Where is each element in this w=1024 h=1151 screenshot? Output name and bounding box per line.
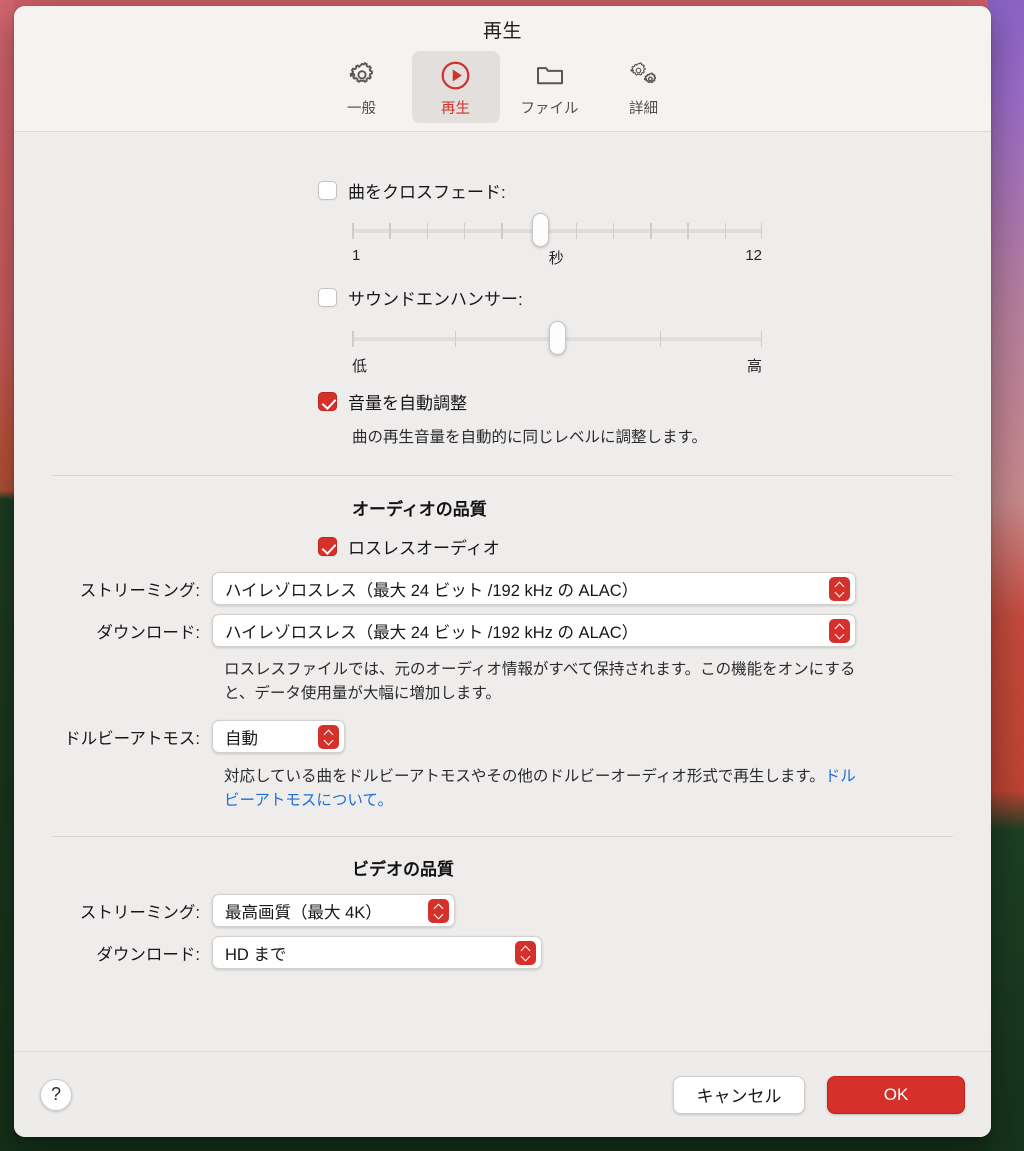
sound-enhancer-slider-track-area[interactable] xyxy=(352,321,762,355)
sound-enhancer-max-label: 高 xyxy=(746,358,762,375)
lossless-hint: ロスレスファイルでは、元のオーディオ情報がすべて保持されます。この機能をオンにす… xyxy=(224,661,856,703)
sound-check-label: 音量を自動調整 xyxy=(348,394,467,413)
dolby-atmos-label: ドルビーアトモス: xyxy=(64,729,200,748)
dolby-atmos-popup[interactable]: 自動 xyxy=(212,720,345,754)
ok-button[interactable]: OK xyxy=(827,1075,965,1114)
dolby-atmos-row: ドルビーアトモス: 自動 xyxy=(52,720,953,754)
crossfade-min-label: 1 xyxy=(352,247,361,264)
crossfade-slider-ticks xyxy=(352,223,762,239)
tab-general-label: 一般 xyxy=(347,101,376,117)
play-circle-icon xyxy=(439,58,472,92)
window-toolbar: 再生 一般 再生 ファイル 詳細 xyxy=(14,6,991,132)
sound-enhancer-checkbox-row[interactable]: サウンドエンハンサー: xyxy=(52,269,953,310)
video-download-label: ダウンロード: xyxy=(96,945,200,964)
lossless-checkbox[interactable] xyxy=(318,537,337,557)
crossfade-slider[interactable]: 1 秒 12 xyxy=(352,213,762,269)
sound-enhancer-min-label: 低 xyxy=(352,358,368,375)
crossfade-unit-label: 秒 xyxy=(548,250,564,267)
window-title: 再生 xyxy=(482,21,522,42)
chevron-updown-icon xyxy=(829,576,850,601)
tab-files-label: ファイル xyxy=(520,101,579,117)
dialog-footer: ? キャンセル OK xyxy=(14,1051,991,1137)
dolby-atmos-value: 自動 xyxy=(225,729,258,748)
sound-check-hint: 曲の再生音量を自動的に同じレベルに調整します。 xyxy=(352,429,707,446)
crossfade-slider-track-area[interactable] xyxy=(352,213,762,247)
crossfade-checkbox[interactable] xyxy=(318,181,337,200)
desktop-left-strip xyxy=(0,0,14,1151)
chevron-updown-icon xyxy=(515,940,536,965)
divider-video xyxy=(52,836,953,838)
preferences-window: 再生 一般 再生 ファイル 詳細 曲をクロスフェード: 1 秒 12 サウンドエ… xyxy=(14,6,991,1137)
folder-icon xyxy=(534,58,566,92)
tab-advanced[interactable]: 詳細 xyxy=(600,51,688,123)
video-download-value: HD まで xyxy=(225,945,287,964)
chevron-updown-icon xyxy=(318,724,339,749)
gear-icon xyxy=(347,58,377,92)
tab-general[interactable]: 一般 xyxy=(318,51,406,123)
audio-streaming-value: ハイレゾロスレス（最大 24 ビット /192 kHz の ALAC） xyxy=(225,581,639,600)
sound-enhancer-slider-scale: 低 高 xyxy=(352,355,762,377)
tab-advanced-label: 詳細 xyxy=(629,101,658,117)
preferences-tab-bar: 一般 再生 ファイル 詳細 xyxy=(14,49,991,131)
tab-playback-label: 再生 xyxy=(441,101,470,117)
sound-check-checkbox-row[interactable]: 音量を自動調整 xyxy=(52,377,953,414)
help-button[interactable]: ? xyxy=(40,1078,72,1111)
crossfade-slider-thumb[interactable] xyxy=(532,213,550,247)
video-quality-heading: ビデオの品質 xyxy=(352,860,454,880)
video-streaming-popup[interactable]: 最高画質（最大 4K） xyxy=(212,894,455,928)
video-streaming-value: 最高画質（最大 4K） xyxy=(225,903,382,922)
sound-enhancer-label: サウンドエンハンサー: xyxy=(348,290,523,309)
video-streaming-row: ストリーミング: 最高画質（最大 4K） xyxy=(52,894,953,928)
lossless-checkbox-row[interactable]: ロスレスオーディオ xyxy=(52,520,953,559)
audio-streaming-popup[interactable]: ハイレゾロスレス（最大 24 ビット /192 kHz の ALAC） xyxy=(212,572,856,606)
sound-enhancer-slider-thumb[interactable] xyxy=(548,321,566,355)
sound-check-checkbox[interactable] xyxy=(318,392,337,411)
audio-download-row: ダウンロード: ハイレゾロスレス（最大 24 ビット /192 kHz の AL… xyxy=(52,614,953,648)
chevron-updown-icon xyxy=(829,618,850,643)
crossfade-slider-scale: 1 秒 12 xyxy=(352,247,762,269)
chevron-updown-icon xyxy=(428,898,449,923)
tab-files[interactable]: ファイル xyxy=(506,51,594,123)
video-streaming-label: ストリーミング: xyxy=(79,903,200,922)
audio-quality-heading: オーディオの品質 xyxy=(352,500,487,520)
audio-streaming-row: ストリーミング: ハイレゾロスレス（最大 24 ビット /192 kHz の A… xyxy=(52,572,953,606)
double-gear-icon xyxy=(627,58,661,92)
audio-download-value: ハイレゾロスレス（最大 24 ビット /192 kHz の ALAC） xyxy=(225,623,639,642)
crossfade-label: 曲をクロスフェード: xyxy=(348,183,506,202)
tab-playback[interactable]: 再生 xyxy=(411,51,500,123)
cancel-button[interactable]: キャンセル xyxy=(673,1075,805,1114)
crossfade-checkbox-row[interactable]: 曲をクロスフェード: xyxy=(52,132,953,203)
crossfade-max-label: 12 xyxy=(745,247,762,264)
audio-streaming-label: ストリーミング: xyxy=(79,581,200,600)
sound-enhancer-checkbox[interactable] xyxy=(318,288,337,307)
dolby-atmos-hint-text: 対応している曲をドルビーアトモスやその他のドルビーオーディオ形式で再生します。 xyxy=(224,768,825,786)
dolby-atmos-hint: 対応している曲をドルビーアトモスやその他のドルビーオーディオ形式で再生します。ド… xyxy=(224,765,869,813)
video-download-row: ダウンロード: HD まで xyxy=(52,936,953,970)
sound-enhancer-slider[interactable]: 低 高 xyxy=(352,321,762,377)
audio-download-label: ダウンロード: xyxy=(96,623,200,642)
audio-download-popup[interactable]: ハイレゾロスレス（最大 24 ビット /192 kHz の ALAC） xyxy=(212,614,856,648)
divider-audio xyxy=(52,475,953,477)
lossless-label: ロスレスオーディオ xyxy=(348,539,500,559)
video-download-popup[interactable]: HD まで xyxy=(212,936,542,970)
preferences-content: 曲をクロスフェード: 1 秒 12 サウンドエンハンサー: 低 高 音量を自動調… xyxy=(14,132,991,1051)
